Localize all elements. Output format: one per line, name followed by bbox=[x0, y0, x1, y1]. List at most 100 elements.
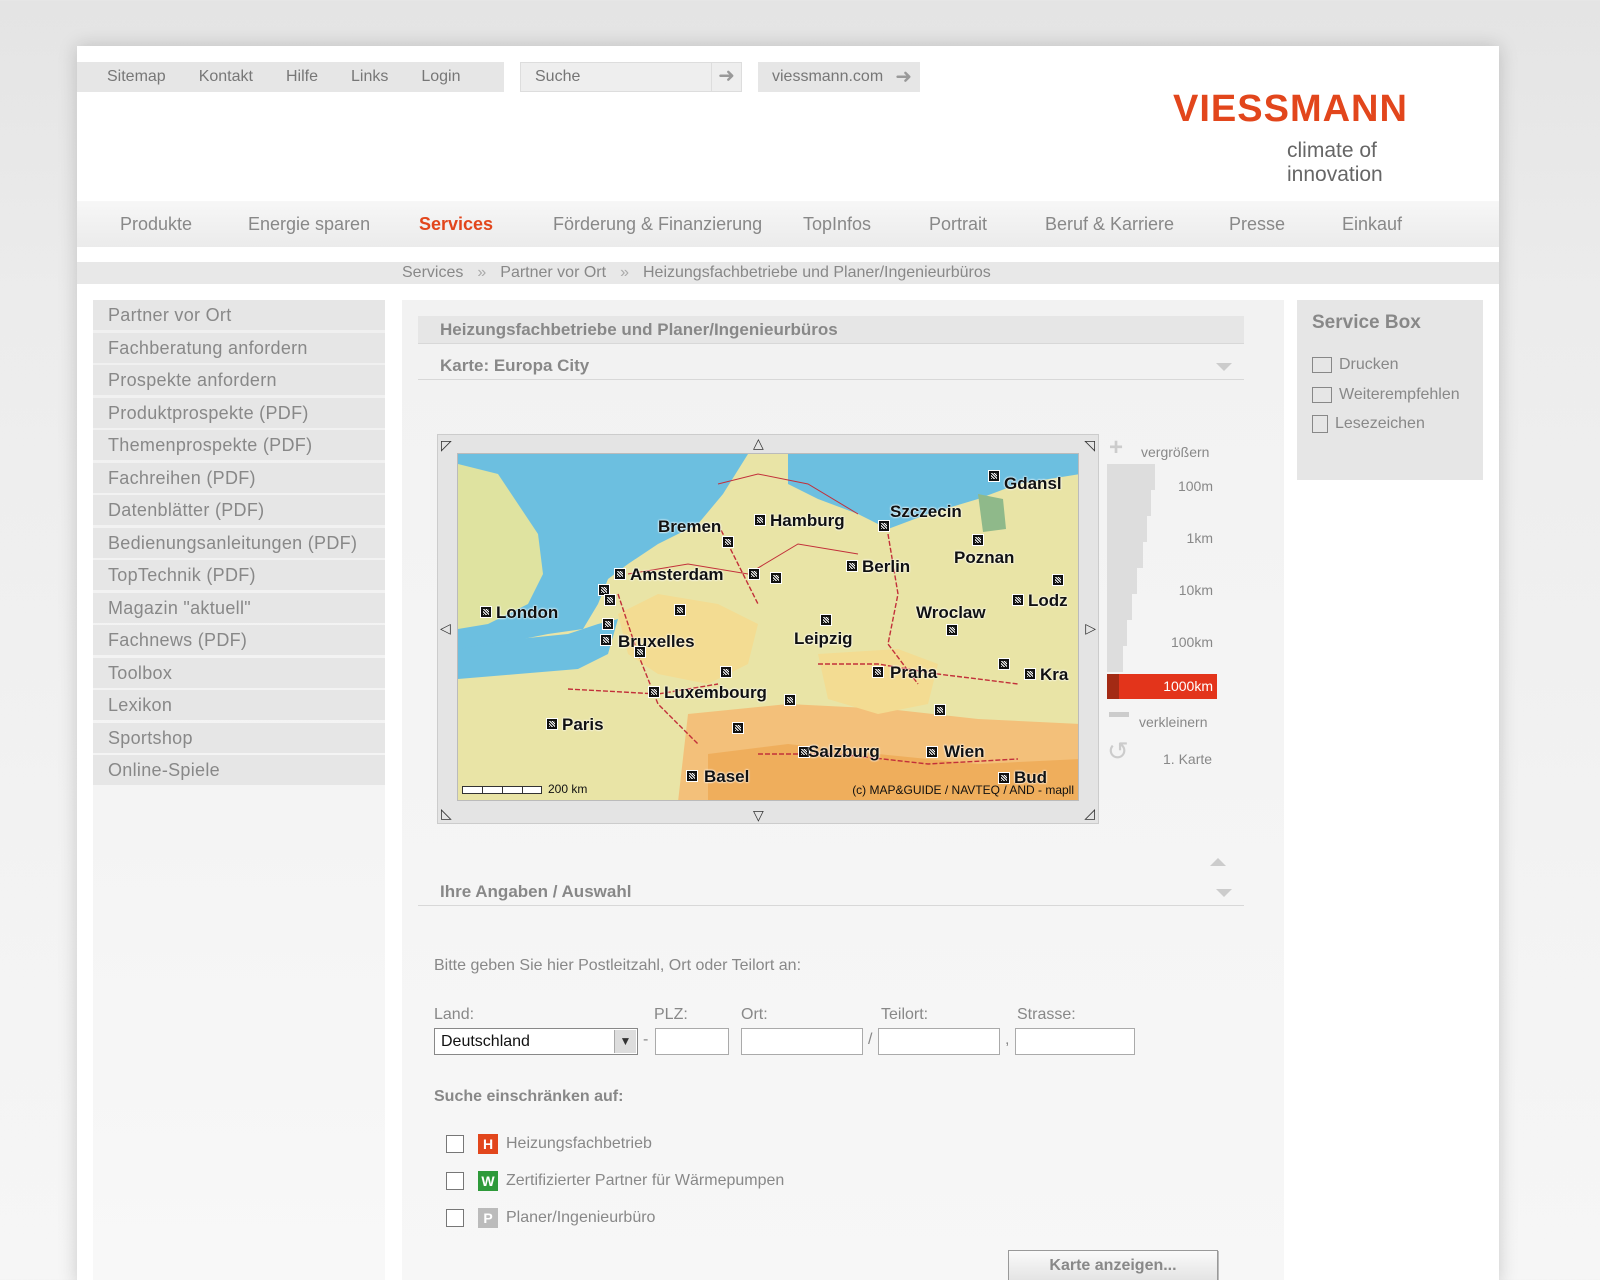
checkbox-heizungsfachbetrieb[interactable] bbox=[446, 1135, 464, 1153]
sidebar-item-partner-vor-ort[interactable]: Partner vor Ort bbox=[93, 300, 385, 330]
pan-southwest-icon[interactable]: ◺ bbox=[441, 806, 452, 820]
viessmann-logo[interactable]: VIESSMANN climate of innovation bbox=[1097, 82, 1417, 186]
nav-beruf-karriere[interactable]: Beruf & Karriere bbox=[1045, 214, 1174, 235]
map-marker[interactable] bbox=[614, 568, 626, 580]
zoom-step[interactable] bbox=[1107, 542, 1143, 568]
map-marker[interactable] bbox=[722, 536, 734, 548]
map-section-header[interactable]: Karte: Europa City bbox=[418, 352, 1244, 380]
nav-foerderung[interactable]: Förderung & Finanzierung bbox=[553, 214, 762, 235]
sidebar-item-toolbox[interactable]: Toolbox bbox=[93, 657, 385, 688]
strasse-field[interactable] bbox=[1015, 1028, 1135, 1055]
util-link-links[interactable]: Links bbox=[351, 68, 388, 86]
map-marker[interactable] bbox=[648, 686, 660, 698]
map-marker[interactable] bbox=[1052, 574, 1064, 586]
collapse-triangle-icon[interactable] bbox=[1216, 363, 1232, 371]
breadcrumb-services[interactable]: Services bbox=[402, 264, 463, 281]
map-marker[interactable] bbox=[946, 624, 958, 636]
map-marker[interactable] bbox=[546, 718, 558, 730]
map-marker[interactable] bbox=[600, 634, 612, 646]
zoom-level-100m[interactable]: 100m bbox=[1178, 478, 1213, 494]
sidebar-item-themenprospekte[interactable]: Themenprospekte (PDF) bbox=[93, 430, 385, 460]
map-marker[interactable] bbox=[878, 520, 890, 532]
form-section-header[interactable]: Ihre Angaben / Auswahl bbox=[418, 878, 1244, 906]
map-marker[interactable] bbox=[754, 514, 766, 526]
chevron-down-icon[interactable]: ▼ bbox=[614, 1030, 636, 1053]
checkbox-planer[interactable] bbox=[446, 1209, 464, 1227]
nav-energie-sparen[interactable]: Energie sparen bbox=[248, 214, 370, 235]
util-link-sitemap[interactable]: Sitemap bbox=[107, 68, 166, 86]
nav-produkte[interactable]: Produkte bbox=[120, 214, 192, 235]
filter-heizungsfachbetrieb[interactable]: H Heizungsfachbetrieb bbox=[446, 1134, 652, 1154]
filter-waermepumpen[interactable]: W Zertifizierter Partner für Wärmepumpen bbox=[446, 1171, 784, 1191]
sidebar-item-magazin[interactable]: Magazin "aktuell" bbox=[93, 592, 385, 623]
map-marker[interactable] bbox=[820, 614, 832, 626]
map-marker[interactable] bbox=[686, 770, 698, 782]
map-marker[interactable] bbox=[674, 604, 686, 616]
zoom-step[interactable] bbox=[1107, 568, 1137, 594]
map-marker[interactable] bbox=[604, 594, 616, 606]
pan-north-icon[interactable]: △ bbox=[753, 436, 764, 450]
map-marker[interactable] bbox=[998, 658, 1010, 670]
zoom-step[interactable] bbox=[1107, 594, 1132, 620]
util-link-hilfe[interactable]: Hilfe bbox=[286, 68, 318, 86]
pan-east-icon[interactable]: ▷ bbox=[1085, 621, 1096, 635]
zoom-in-label[interactable]: vergrößern bbox=[1141, 444, 1209, 460]
service-lesezeichen[interactable]: Lesezeichen bbox=[1312, 415, 1425, 433]
sidebar-item-prospekte[interactable]: Prospekte anfordern bbox=[93, 365, 385, 395]
nav-services[interactable]: Services bbox=[419, 214, 493, 235]
filter-planer[interactable]: P Planer/Ingenieurbüro bbox=[446, 1208, 655, 1228]
ort-field[interactable] bbox=[741, 1028, 863, 1055]
map-marker[interactable] bbox=[926, 746, 938, 758]
map-marker[interactable] bbox=[846, 560, 858, 572]
util-link-kontakt[interactable]: Kontakt bbox=[199, 68, 253, 86]
zoom-out-label[interactable]: verkleinern bbox=[1139, 714, 1207, 730]
pan-northwest-icon[interactable]: ◸ bbox=[441, 438, 452, 452]
sidebar-item-fachnews[interactable]: Fachnews (PDF) bbox=[93, 625, 385, 655]
minus-icon[interactable] bbox=[1109, 712, 1129, 717]
sidebar-item-fachberatung[interactable]: Fachberatung anfordern bbox=[93, 332, 385, 363]
plus-icon[interactable]: + bbox=[1109, 434, 1123, 462]
zoom-level-10km[interactable]: 10km bbox=[1179, 582, 1213, 598]
zoom-level-1000km[interactable]: 1000km bbox=[1107, 674, 1217, 699]
sidebar-item-online-spiele[interactable]: Online-Spiele bbox=[93, 755, 385, 785]
map-view[interactable]: Gdansl Szczecin Hamburg Bremen Berlin Po… bbox=[457, 453, 1079, 801]
plz-field[interactable] bbox=[655, 1028, 729, 1055]
map-marker[interactable] bbox=[602, 618, 614, 630]
zoom-level-1km[interactable]: 1km bbox=[1187, 530, 1213, 546]
map-marker[interactable] bbox=[934, 704, 946, 716]
map-marker[interactable] bbox=[732, 722, 744, 734]
pan-northeast-icon[interactable]: ◹ bbox=[1084, 438, 1095, 452]
map-marker[interactable] bbox=[1024, 668, 1036, 680]
map-marker[interactable] bbox=[770, 572, 782, 584]
sidebar-item-produktprospekte[interactable]: Produktprospekte (PDF) bbox=[93, 397, 385, 428]
map-marker[interactable] bbox=[872, 666, 884, 678]
map-marker[interactable] bbox=[634, 646, 646, 658]
map-marker[interactable] bbox=[480, 606, 492, 618]
reset-map-label[interactable]: 1. Karte bbox=[1163, 751, 1212, 767]
service-drucken[interactable]: Drucken bbox=[1312, 356, 1399, 374]
sidebar-item-lexikon[interactable]: Lexikon bbox=[93, 690, 385, 720]
zoom-step[interactable] bbox=[1107, 490, 1151, 516]
collapse-up-triangle-icon[interactable] bbox=[1210, 858, 1226, 866]
nav-portrait[interactable]: Portrait bbox=[929, 214, 987, 235]
service-weiterempfehlen[interactable]: Weiterempfehlen bbox=[1312, 386, 1460, 404]
checkbox-waermepumpen[interactable] bbox=[446, 1172, 464, 1190]
map-marker[interactable] bbox=[972, 534, 984, 546]
sidebar-item-fachreihen[interactable]: Fachreihen (PDF) bbox=[93, 462, 385, 493]
viessmann-com-link[interactable]: viessmann.com ➜ bbox=[758, 62, 920, 92]
zoom-step[interactable] bbox=[1107, 620, 1127, 646]
pan-south-icon[interactable]: ▽ bbox=[753, 808, 764, 822]
pan-west-icon[interactable]: ◁ bbox=[440, 621, 451, 635]
search-input[interactable] bbox=[521, 63, 711, 91]
karte-anzeigen-button[interactable]: Karte anzeigen... bbox=[1008, 1250, 1218, 1280]
map-marker[interactable] bbox=[748, 568, 760, 580]
pan-southeast-icon[interactable]: ◿ bbox=[1084, 806, 1095, 820]
nav-einkauf[interactable]: Einkauf bbox=[1342, 214, 1402, 235]
search-go-arrow-icon[interactable]: ➜ bbox=[711, 63, 741, 91]
sidebar-item-bedienungsanleitungen[interactable]: Bedienungsanleitungen (PDF) bbox=[93, 527, 385, 558]
breadcrumb-partner[interactable]: Partner vor Ort bbox=[500, 264, 606, 281]
zoom-step[interactable] bbox=[1107, 646, 1123, 672]
sidebar-item-datenblaetter[interactable]: Datenblätter (PDF) bbox=[93, 495, 385, 525]
zoom-level-100km[interactable]: 100km bbox=[1171, 634, 1213, 650]
zoom-step[interactable] bbox=[1107, 516, 1147, 542]
